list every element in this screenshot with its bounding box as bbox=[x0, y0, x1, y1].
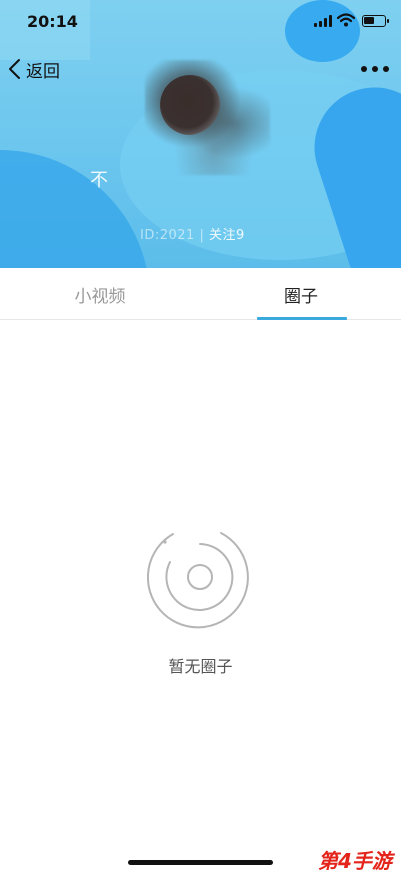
profile-screen: 20:14 返回 不 ID:2021 | 关注9 小视频 圈子 暂无圈子 第4手… bbox=[0, 0, 401, 874]
status-time: 20:14 bbox=[27, 12, 78, 31]
status-bar: 20:14 bbox=[0, 0, 401, 44]
empty-circle-icon bbox=[146, 532, 249, 629]
tab-circles[interactable]: 圈子 bbox=[201, 268, 401, 320]
profile-nickname: 不 bbox=[90, 170, 108, 191]
profile-cover: 20:14 返回 不 ID:2021 | 关注9 bbox=[0, 0, 401, 268]
profile-tabs: 小视频 圈子 bbox=[0, 268, 401, 320]
follow-count[interactable]: 关注9 bbox=[209, 228, 245, 243]
empty-state-message: 暂无圈子 bbox=[168, 657, 233, 676]
back-button[interactable]: 返回 bbox=[6, 56, 60, 82]
watermark-logo: 第4手游 bbox=[318, 849, 392, 873]
back-label: 返回 bbox=[26, 61, 60, 82]
chevron-left-icon bbox=[9, 59, 20, 79]
wifi-icon bbox=[337, 13, 355, 27]
home-indicator bbox=[128, 860, 273, 865]
tab-short-video[interactable]: 小视频 bbox=[0, 268, 200, 320]
profile-meta: ID:2021 | 关注9 bbox=[140, 224, 245, 243]
more-icon[interactable] bbox=[361, 66, 389, 74]
signal-icon bbox=[314, 15, 332, 27]
tab-active-indicator bbox=[257, 317, 347, 320]
profile-id: ID:2021 | bbox=[140, 228, 209, 243]
avatar[interactable] bbox=[160, 75, 220, 135]
battery-icon bbox=[362, 15, 389, 27]
